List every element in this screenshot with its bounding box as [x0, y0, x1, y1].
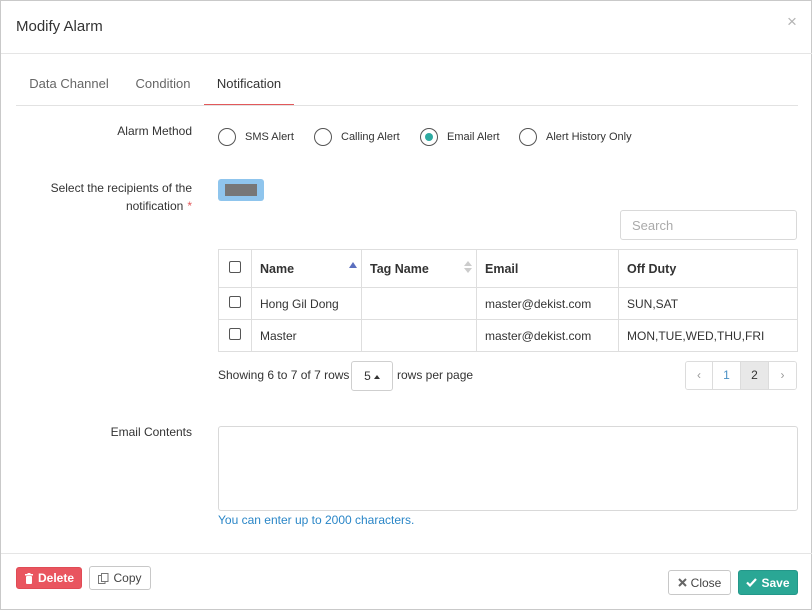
- cell-name: Hong Gil Dong: [251, 287, 362, 320]
- copy-icon: [98, 572, 109, 584]
- redacted-block: [225, 184, 257, 196]
- sort-asc-icon: [349, 262, 357, 268]
- sort-icon: [464, 261, 472, 266]
- cell-name: Master: [251, 319, 362, 352]
- save-label: Save: [761, 575, 790, 590]
- header-divider: [1, 53, 812, 54]
- recipients-table: Name Tag Name Email Off Duty Hong Gil Do…: [218, 249, 798, 352]
- recipients-label-line1: Select the recipients of the: [50, 181, 192, 195]
- cell-tag-name: [361, 287, 477, 320]
- radio-label-email-alert: Email Alert: [447, 131, 500, 143]
- recipient-chip[interactable]: [218, 179, 264, 201]
- delete-label: Delete: [37, 571, 75, 585]
- tab-divider: [16, 105, 798, 106]
- close-label: Close: [690, 575, 722, 590]
- cell-email: master@dekist.com: [476, 319, 619, 352]
- select-all-checkbox[interactable]: [229, 261, 241, 273]
- trash-icon: [24, 572, 33, 584]
- footer-divider: [1, 553, 812, 554]
- page-next-button[interactable]: ›: [769, 362, 796, 389]
- page-size-dropdown[interactable]: 5: [351, 361, 393, 391]
- tab-condition[interactable]: Condition: [122, 76, 204, 104]
- radio-alert-history-only[interactable]: [519, 128, 537, 146]
- column-header-email: Email: [476, 249, 619, 288]
- close-icon[interactable]: ×: [787, 12, 797, 32]
- table-row: Master master@dekist.com MON,TUE,WED,THU…: [218, 319, 798, 352]
- radio-label-sms-alert: SMS Alert: [245, 131, 294, 143]
- column-header-tag-name[interactable]: Tag Name: [361, 249, 477, 288]
- cell-off-duty: MON,TUE,WED,THU,FRI: [618, 319, 798, 352]
- column-header-name[interactable]: Name: [251, 249, 362, 288]
- modal-title: Modify Alarm: [16, 18, 103, 35]
- column-header-tag-name-label: Tag Name: [370, 261, 429, 276]
- modify-alarm-modal: Modify Alarm × Data Channel Condition No…: [0, 0, 812, 610]
- page-prev-button[interactable]: ‹: [686, 362, 713, 389]
- recipients-label: Select the recipients of the notificatio…: [21, 179, 192, 215]
- table-row: Hong Gil Dong master@dekist.com SUN,SAT: [218, 287, 798, 320]
- radio-label-calling-alert: Calling Alert: [341, 131, 400, 143]
- copy-label: Copy: [113, 571, 142, 585]
- row-checkbox[interactable]: [229, 328, 241, 340]
- row-checkbox-cell: [218, 319, 252, 352]
- check-icon: [746, 578, 758, 587]
- email-contents-label: Email Contents: [110, 425, 192, 439]
- column-header-email-label: Email: [485, 261, 519, 276]
- close-button[interactable]: Close: [668, 570, 731, 595]
- rows-per-page-label: rows per page: [397, 368, 474, 382]
- radio-email-alert[interactable]: [420, 128, 438, 146]
- table-header-row: Name Tag Name Email Off Duty: [218, 249, 798, 288]
- save-button[interactable]: Save: [738, 570, 798, 595]
- tab-data-channel[interactable]: Data Channel: [16, 76, 122, 104]
- sort-icon-down: [464, 268, 472, 273]
- email-contents-hint: You can enter up to 2000 characters.: [218, 513, 415, 527]
- tab-notification[interactable]: Notification: [204, 76, 294, 106]
- recipients-label-line2: notification: [125, 199, 184, 213]
- row-checkbox-cell: [218, 287, 252, 320]
- radio-sms-alert[interactable]: [218, 128, 236, 146]
- radio-calling-alert[interactable]: [314, 128, 332, 146]
- pagination: ‹ 1 2 ›: [685, 361, 797, 390]
- alarm-method-label: Alarm Method: [117, 124, 192, 138]
- cell-email: master@dekist.com: [476, 287, 619, 320]
- search-input[interactable]: [620, 210, 797, 240]
- required-mark: *: [187, 199, 192, 213]
- radio-label-alert-history-only: Alert History Only: [546, 131, 632, 143]
- delete-button[interactable]: Delete: [16, 567, 82, 589]
- pagination-info: Showing 6 to 7 of 7 rows: [218, 368, 350, 382]
- copy-button[interactable]: Copy: [89, 566, 151, 590]
- row-checkbox[interactable]: [229, 296, 241, 308]
- cell-off-duty: SUN,SAT: [618, 287, 798, 320]
- email-contents-textarea[interactable]: [218, 426, 798, 511]
- caret-up-icon: [373, 374, 380, 379]
- times-icon: [677, 578, 687, 587]
- column-header-off-duty-label: Off Duty: [627, 261, 677, 276]
- page-button-1[interactable]: 1: [713, 362, 741, 389]
- page-button-2[interactable]: 2: [741, 362, 769, 389]
- cell-tag-name: [361, 319, 477, 352]
- select-all-cell: [218, 249, 252, 288]
- column-header-off-duty: Off Duty: [618, 249, 798, 288]
- column-header-name-label: Name: [260, 261, 295, 276]
- page-size-value: 5: [364, 369, 371, 383]
